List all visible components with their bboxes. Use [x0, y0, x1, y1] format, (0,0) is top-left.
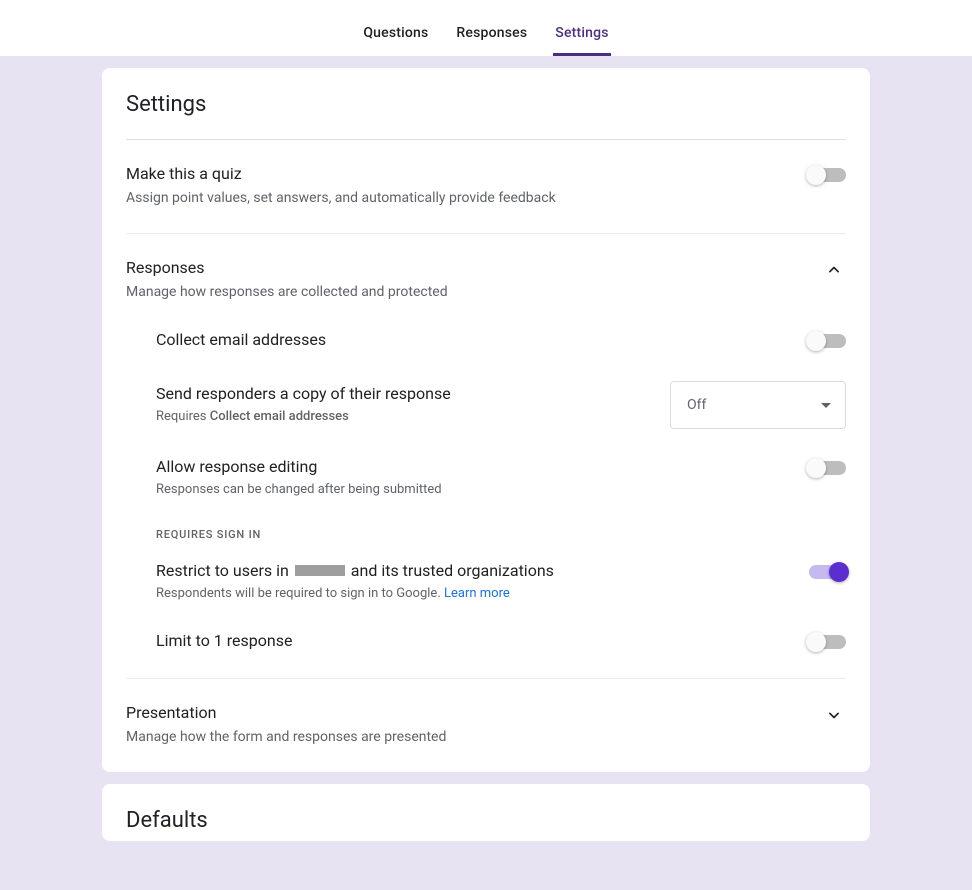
defaults-card: Defaults	[102, 784, 870, 841]
collect-emails-label: Collect email addresses	[156, 330, 785, 349]
presentation-section: Presentation Manage how the form and res…	[126, 679, 846, 772]
tab-settings[interactable]: Settings	[553, 25, 610, 56]
allow-edit-toggle[interactable]	[809, 461, 846, 475]
send-copy-dropdown[interactable]: Off	[670, 381, 846, 429]
restrict-row: Restrict to users in and its trusted org…	[156, 561, 846, 604]
allow-edit-title: Allow response editing	[156, 457, 785, 476]
send-copy-title: Send responders a copy of their response	[156, 384, 646, 403]
responses-subtitle: Manage how responses are collected and p…	[126, 283, 798, 303]
collect-emails-toggle[interactable]	[809, 334, 846, 348]
send-copy-sub: Requires Collect email addresses	[156, 407, 646, 427]
org-name-redacted	[295, 565, 345, 576]
presentation-sub: Manage how the form and responses are pr…	[126, 728, 798, 748]
limit-response-row: Limit to 1 response	[156, 631, 846, 654]
tab-responses[interactable]: Responses	[454, 25, 529, 56]
restrict-sub: Respondents will be required to sign in …	[156, 584, 785, 604]
chevron-down-icon[interactable]	[822, 703, 846, 727]
learn-more-link[interactable]: Learn more	[444, 586, 510, 601]
limit-response-toggle[interactable]	[809, 635, 846, 649]
dropdown-value: Off	[687, 397, 706, 413]
presentation-title: Presentation	[126, 703, 798, 722]
chevron-up-icon[interactable]	[822, 258, 846, 282]
quiz-subtitle: Assign point values, set answers, and au…	[126, 189, 785, 209]
defaults-title: Defaults	[126, 808, 846, 841]
limit-response-title: Limit to 1 response	[156, 631, 785, 650]
requires-signin-label: Requires sign in	[156, 528, 846, 541]
caret-down-icon	[821, 397, 831, 413]
page-title: Settings	[126, 92, 846, 140]
responses-section: Responses Manage how responses are colle…	[126, 234, 846, 680]
top-tabs-bar: Questions Responses Settings	[0, 0, 972, 56]
settings-card: Settings Make this a quiz Assign point v…	[102, 68, 870, 772]
allow-edit-row: Allow response editing Responses can be …	[156, 457, 846, 500]
responses-title: Responses	[126, 258, 798, 277]
quiz-title: Make this a quiz	[126, 164, 785, 183]
tab-questions[interactable]: Questions	[361, 25, 430, 56]
tabs-container: Questions Responses Settings	[361, 0, 610, 56]
quiz-section: Make this a quiz Assign point values, se…	[126, 140, 846, 234]
restrict-toggle[interactable]	[809, 565, 846, 579]
responses-subsection: Collect email addresses Send responders …	[126, 330, 846, 654]
quiz-toggle[interactable]	[809, 168, 846, 182]
page-background: Settings Make this a quiz Assign point v…	[0, 56, 972, 890]
send-copy-row: Send responders a copy of their response…	[156, 381, 846, 429]
collect-emails-row: Collect email addresses	[156, 330, 846, 353]
allow-edit-sub: Responses can be changed after being sub…	[156, 480, 785, 500]
restrict-title: Restrict to users in and its trusted org…	[156, 561, 785, 580]
